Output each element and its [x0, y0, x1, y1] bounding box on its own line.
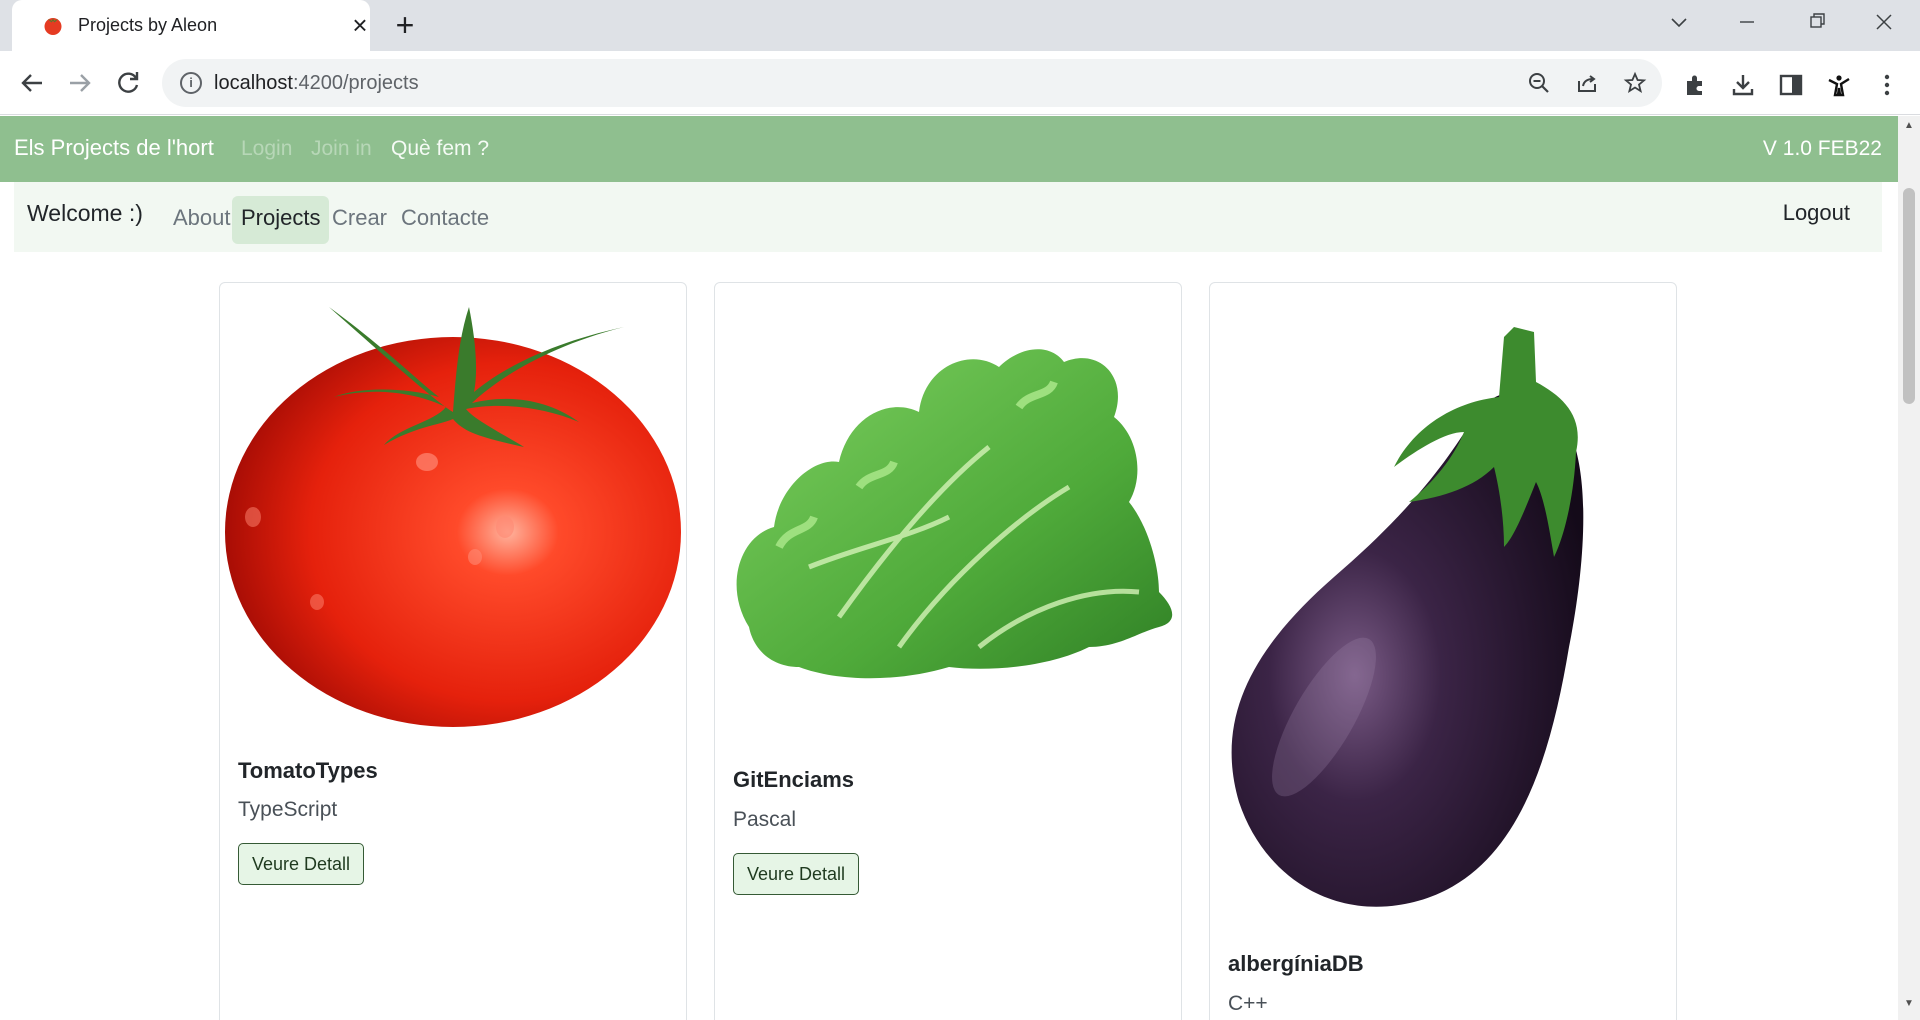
new-tab-plus-icon[interactable]: +	[389, 9, 421, 41]
scroll-thumb[interactable]	[1903, 188, 1915, 404]
tab-search-chevron-icon[interactable]	[1659, 6, 1699, 38]
top-navbar: Els Projects de l'hort Login Join in Què…	[0, 116, 1898, 182]
zoom-out-icon[interactable]	[1527, 71, 1551, 95]
address-bar[interactable]: i localhost:4200/projects	[162, 59, 1662, 107]
logout-link[interactable]: Logout	[1783, 200, 1850, 226]
profile-avatar-icon[interactable]	[1825, 71, 1853, 99]
downloads-icon[interactable]	[1729, 71, 1757, 99]
restore-icon[interactable]	[1797, 6, 1837, 38]
site-info-icon[interactable]: i	[180, 72, 202, 94]
project-title: GitEnciams	[733, 767, 855, 792]
scroll-up-arrow-icon[interactable]: ▲	[1898, 120, 1920, 138]
tomato-favicon-icon	[44, 18, 62, 35]
nav-projects[interactable]: Projects	[232, 196, 330, 244]
eggplant-image	[1231, 327, 1584, 907]
project-language: TypeScript	[238, 798, 338, 821]
browser-toolbar: i localhost:4200/projects	[0, 51, 1920, 115]
forward-arrow-icon[interactable]	[60, 63, 100, 103]
project-language: C++	[1228, 992, 1268, 1015]
nav-contacte[interactable]: Contacte	[392, 196, 498, 244]
back-arrow-icon[interactable]	[12, 63, 52, 103]
que-fem-link[interactable]: Què fem ?	[391, 137, 489, 161]
project-card: TomatoTypes TypeScript Veure Detall	[219, 282, 687, 1020]
view-detail-button[interactable]: Veure Detall	[238, 843, 365, 885]
browser-tabstrip: Projects by Aleon × +	[0, 0, 1920, 51]
view-detail-button[interactable]: Veure Detall	[733, 853, 860, 895]
project-title: TomatoTypes	[238, 758, 378, 783]
url-text[interactable]: localhost:4200/projects	[214, 72, 419, 95]
nav-crear[interactable]: Crear	[323, 196, 396, 244]
project-language: Pascal	[733, 808, 797, 831]
project-title: albergíniaDB	[1228, 951, 1364, 976]
bookmark-star-icon[interactable]	[1623, 71, 1647, 95]
tomato-image	[225, 307, 681, 727]
join-in-link[interactable]: Join in	[311, 137, 372, 161]
project-card: albergíniaDB C++	[1209, 282, 1677, 1020]
version-label: V 1.0 FEB22	[1762, 137, 1882, 160]
extensions-puzzle-icon[interactable]	[1681, 71, 1709, 99]
lettuce-image	[736, 349, 1173, 679]
tab-close-icon[interactable]: ×	[346, 11, 374, 39]
secondary-navbar: Welcome :) About Projects Crear Contacte…	[14, 182, 1882, 252]
project-card: GitEnciams Pascal Veure Detall	[714, 282, 1182, 1020]
browser-tab[interactable]: Projects by Aleon ×	[12, 0, 370, 51]
browser-menu-icon[interactable]	[1873, 71, 1901, 99]
nav-about[interactable]: About	[164, 196, 240, 244]
share-icon[interactable]	[1575, 71, 1599, 95]
welcome-text: Welcome :)	[27, 200, 143, 226]
login-link[interactable]: Login	[241, 137, 292, 161]
page-scrollbar[interactable]: ▲ ▼	[1898, 116, 1920, 1020]
page-viewport: Els Projects de l'hort Login Join in Què…	[0, 116, 1898, 1020]
reload-icon[interactable]	[108, 63, 148, 103]
scroll-down-arrow-icon[interactable]: ▼	[1898, 998, 1920, 1016]
close-window-icon[interactable]	[1864, 6, 1904, 38]
tab-title: Projects by Aleon	[78, 15, 218, 35]
side-panel-icon[interactable]	[1777, 71, 1805, 99]
brand-link[interactable]: Els Projects de l'hort	[14, 135, 214, 161]
minimize-icon[interactable]	[1727, 6, 1767, 38]
